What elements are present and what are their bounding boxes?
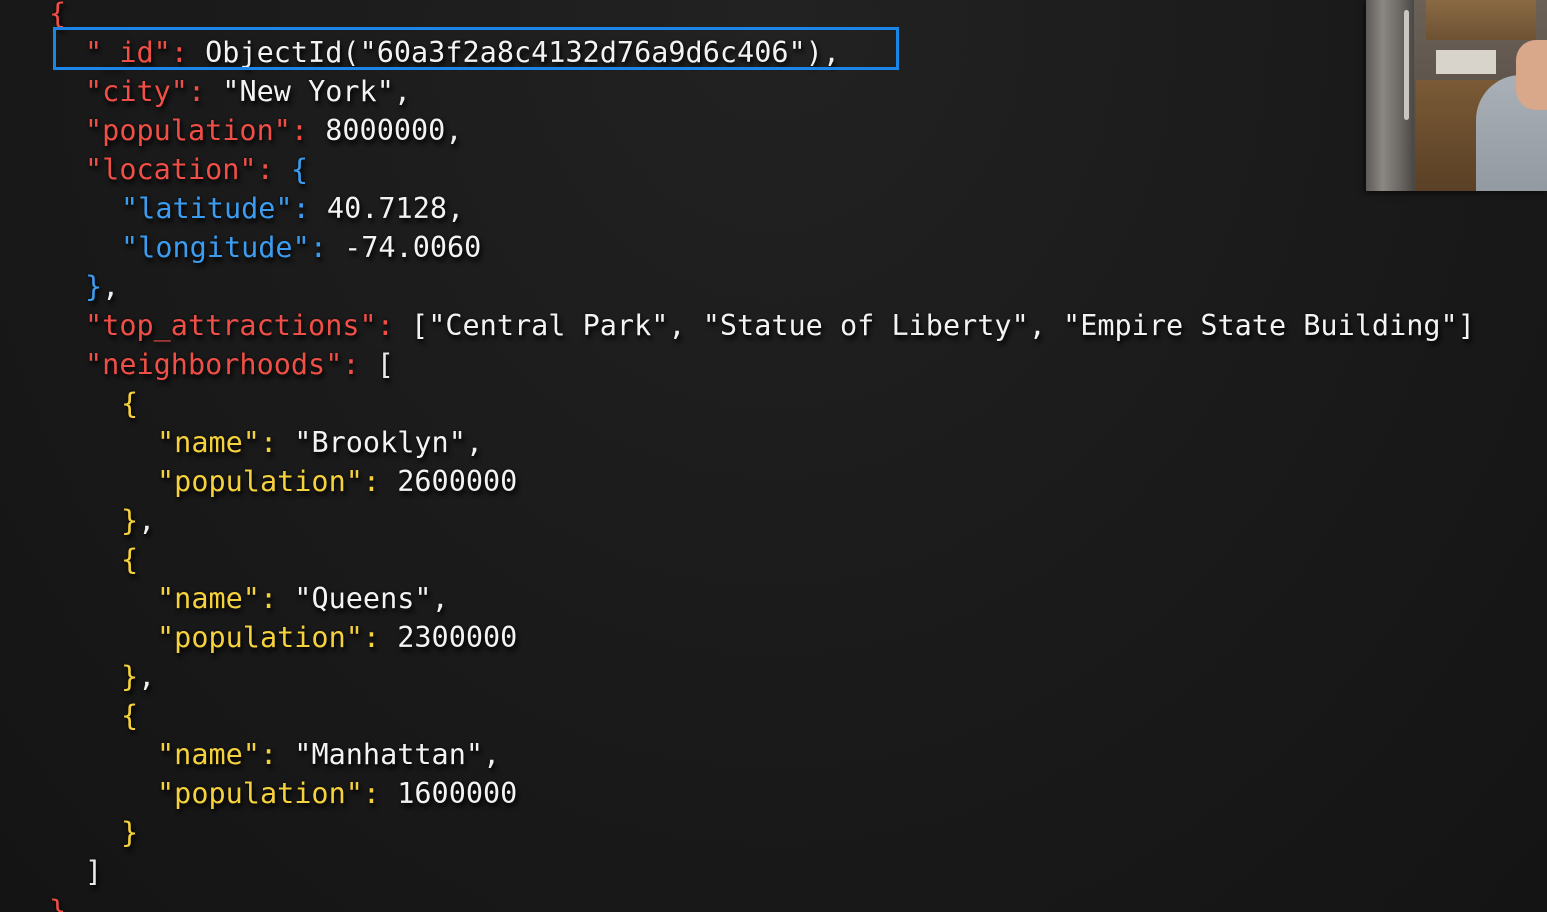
code-line: { — [121, 384, 138, 423]
webcam-overlay — [1366, 0, 1547, 191]
json-code-view: { "_id": ObjectId("60a3f2a8c4132d76a9d6c4… — [0, 0, 1547, 912]
code-token: ["Central Park", "Statue of Liberty", "E… — [411, 309, 1475, 342]
code-token: "top_attractions" — [85, 309, 377, 342]
code-token: "population" — [157, 465, 363, 498]
code-line-highlighted: "_id": ObjectId("60a3f2a8c4132d76a9d6c40… — [85, 33, 840, 72]
code-token: "population" — [157, 777, 363, 810]
code-line: "latitude": 40.7128, — [121, 189, 464, 228]
code-line: "location": { — [85, 150, 308, 189]
code-line: "population": 8000000, — [85, 111, 463, 150]
code-line: "population": 2300000 — [157, 618, 517, 657]
code-token: { — [121, 387, 139, 420]
code-token: } — [121, 660, 139, 693]
code-line: "city": "New York", — [85, 72, 411, 111]
code-line: "name": "Queens", — [157, 579, 449, 618]
code-token: "name" — [157, 582, 260, 615]
code-token: : — [170, 36, 206, 69]
code-token: : — [362, 621, 398, 654]
code-token: ObjectId("60a3f2a8c4132d76a9d6c406") — [205, 36, 823, 69]
code-line: "name": "Brooklyn", — [157, 423, 483, 462]
code-token: , — [393, 75, 412, 108]
code-token: 1600000 — [397, 777, 518, 810]
code-line: }, — [121, 657, 155, 696]
code-token: , — [138, 660, 156, 693]
webcam-shelf — [1436, 50, 1496, 74]
webcam-cabinet — [1426, 0, 1536, 40]
code-token: : — [259, 582, 295, 615]
code-token: "name" — [157, 426, 260, 459]
code-line: }, — [121, 501, 155, 540]
code-token: , — [822, 36, 841, 69]
code-token: : — [362, 777, 398, 810]
code-token: : — [376, 309, 412, 342]
webcam-fridge — [1366, 0, 1414, 191]
webcam-face — [1516, 40, 1547, 110]
code-token: "city" — [85, 75, 188, 108]
code-token: "longitude" — [121, 231, 310, 264]
code-token: } — [85, 270, 103, 303]
code-token: , — [431, 582, 449, 615]
code-token: , — [465, 426, 484, 459]
code-token: } — [49, 894, 67, 912]
code-token: : — [342, 348, 377, 381]
code-token: -74.0060 — [344, 231, 482, 264]
code-token: "Queens" — [294, 582, 432, 615]
code-line: "name": "Manhattan", — [157, 735, 500, 774]
code-token: , — [102, 270, 120, 303]
code-token: : — [259, 426, 295, 459]
code-line: } — [49, 891, 66, 912]
code-token: 8000000 — [325, 114, 446, 147]
code-line: "neighborhoods": [ — [85, 345, 394, 384]
code-token: "population" — [157, 621, 363, 654]
code-token: 2300000 — [397, 621, 518, 654]
code-token: [ — [376, 348, 394, 381]
code-token: } — [121, 504, 139, 537]
code-token: "New York" — [222, 75, 394, 108]
code-line: { — [121, 696, 138, 735]
code-token: 2600000 — [397, 465, 518, 498]
code-line: }, — [85, 267, 119, 306]
code-token: "population" — [85, 114, 291, 147]
code-line: "top_attractions": ["Central Park", "Sta… — [85, 306, 1475, 345]
code-token: : — [290, 114, 326, 147]
code-token: : — [362, 465, 398, 498]
code-token: : — [309, 231, 345, 264]
code-token: "name" — [157, 738, 260, 771]
code-line: { — [121, 540, 138, 579]
code-token: : — [259, 738, 295, 771]
code-token: "_id" — [85, 36, 171, 69]
code-token: , — [445, 114, 463, 147]
code-token: , — [447, 192, 465, 225]
code-token: 40.7128 — [326, 192, 448, 225]
code-line: "longitude": -74.0060 — [121, 228, 481, 267]
code-line: "population": 2600000 — [157, 462, 517, 501]
code-token: "latitude" — [121, 192, 293, 225]
code-token: , — [483, 738, 501, 771]
code-token: { — [121, 543, 139, 576]
code-token: : — [256, 153, 291, 186]
code-line: "population": 1600000 — [157, 774, 517, 813]
code-token: ] — [85, 855, 103, 888]
code-line: { — [49, 0, 66, 33]
code-token: "Manhattan" — [294, 738, 484, 771]
code-token: : — [187, 75, 223, 108]
code-token: { — [49, 0, 67, 30]
code-token: "neighborhoods" — [85, 348, 343, 381]
code-token: : — [292, 192, 327, 225]
code-token: "Brooklyn" — [294, 426, 466, 459]
code-token: { — [121, 699, 139, 732]
code-token: { — [290, 153, 309, 186]
code-line: ] — [85, 852, 102, 891]
code-token: , — [138, 504, 156, 537]
code-line: } — [121, 813, 138, 852]
code-token: } — [121, 816, 139, 849]
code-token: "location" — [85, 153, 257, 186]
